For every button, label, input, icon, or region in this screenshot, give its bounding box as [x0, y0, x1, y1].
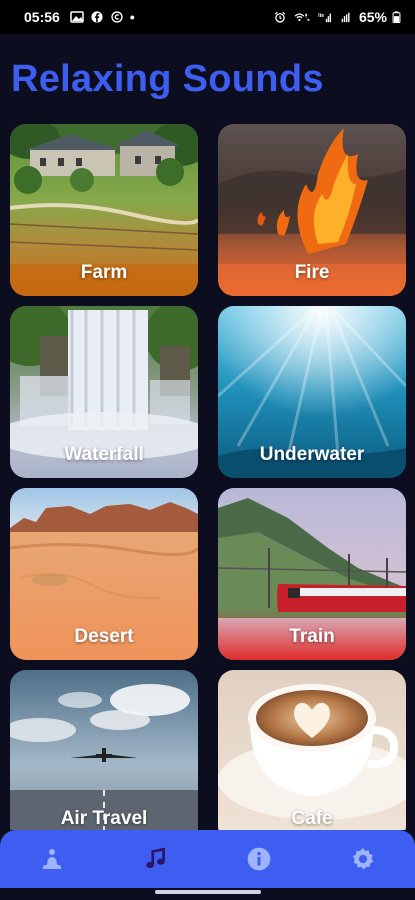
- sound-card-waterfall[interactable]: Waterfall: [10, 306, 198, 478]
- sound-card-fire[interactable]: Fire: [218, 124, 406, 296]
- facebook-icon: [91, 11, 103, 23]
- sound-label: Air Travel: [60, 808, 148, 829]
- nav-info[interactable]: [229, 830, 289, 888]
- sound-label: Waterfall: [64, 444, 144, 465]
- sound-label: Train: [289, 626, 335, 647]
- sound-card-air-travel[interactable]: Air Travel: [10, 670, 198, 830]
- notification-dot: •: [129, 9, 135, 25]
- copyright-icon: [111, 11, 123, 23]
- page-title: Relaxing Sounds: [11, 58, 324, 100]
- coffee-scene: [218, 670, 406, 830]
- settings-icon: [352, 848, 374, 870]
- sound-label: Fire: [294, 262, 330, 283]
- nav-settings[interactable]: [333, 830, 393, 888]
- nav-meditation[interactable]: [22, 830, 82, 888]
- status-bar: 05:56 • lte 65%: [0, 0, 415, 34]
- sound-label: Desert: [74, 626, 134, 647]
- home-indicator[interactable]: [155, 890, 261, 894]
- status-time: 05:56: [24, 9, 60, 25]
- sound-label: Farm: [80, 262, 128, 283]
- info-icon: [248, 847, 271, 871]
- sound-label: Cafe: [291, 808, 333, 829]
- sound-card-desert[interactable]: Desert: [10, 488, 198, 660]
- gallery-icon: [70, 11, 84, 23]
- sound-card-cafe[interactable]: Cafe: [218, 670, 406, 830]
- svg-text:lte: lte: [318, 13, 324, 19]
- signal-icon: [341, 12, 350, 23]
- airplane-scene: [10, 670, 198, 830]
- alarm-icon: [274, 11, 286, 23]
- music-note-icon: [145, 847, 165, 868]
- sound-card-farm[interactable]: Farm: [10, 124, 198, 296]
- sound-grid: Farm Fire Waterfall Underwater Desert Tr…: [10, 124, 406, 830]
- sound-card-train[interactable]: Train: [218, 488, 406, 660]
- nav-sounds[interactable]: [126, 830, 186, 888]
- meditation-icon: [42, 849, 61, 869]
- battery-icon: [392, 11, 401, 23]
- bottom-nav: [0, 830, 415, 888]
- signal-icon: lte: [318, 13, 331, 23]
- sound-card-underwater[interactable]: Underwater: [218, 306, 406, 478]
- battery-percent: 65%: [358, 9, 387, 25]
- wifi-call-icon: [294, 13, 310, 22]
- sound-label: Underwater: [259, 444, 365, 465]
